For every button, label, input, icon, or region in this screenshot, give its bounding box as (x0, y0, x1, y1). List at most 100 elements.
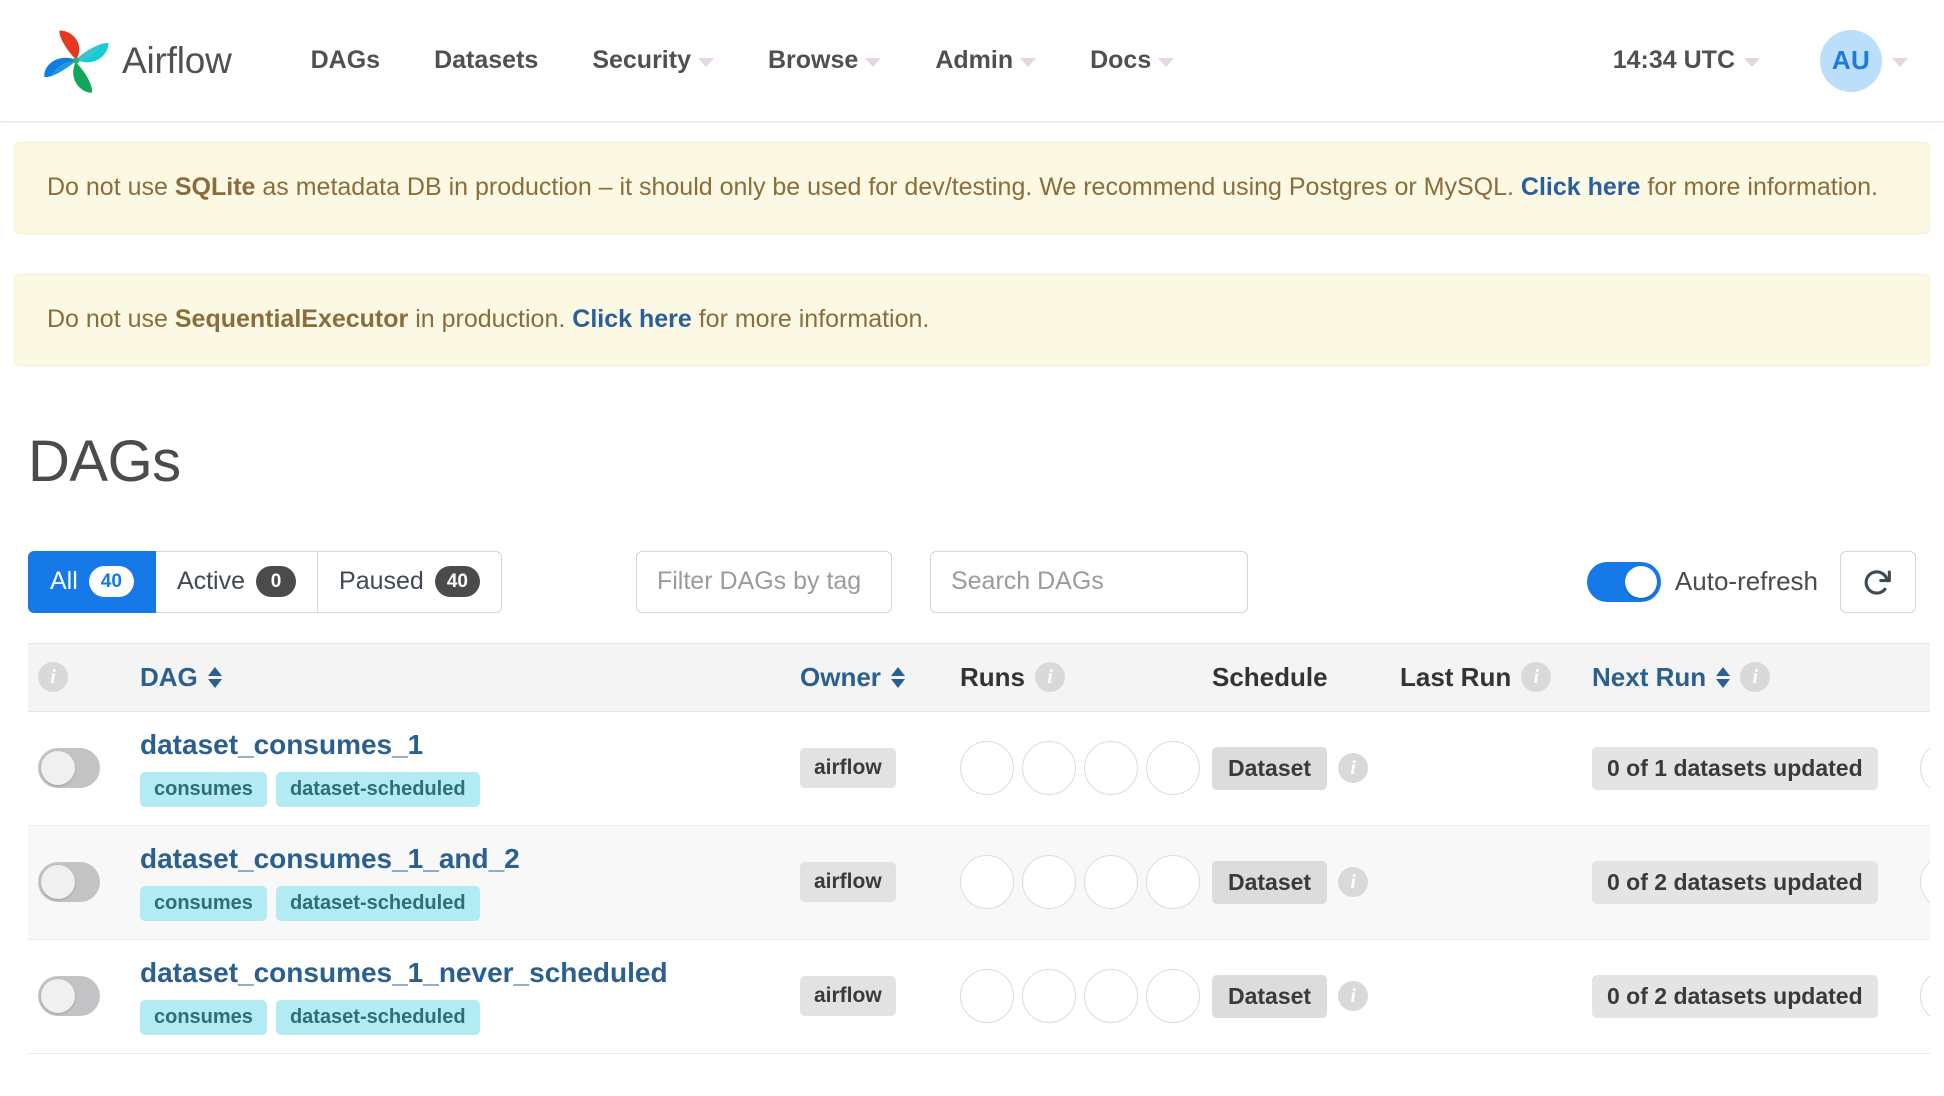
th-dag[interactable]: DAG (130, 642, 790, 712)
run-status-circle[interactable] (1146, 969, 1200, 1023)
brand-home-link[interactable]: Airflow (40, 25, 232, 97)
run-status-circle[interactable] (1022, 741, 1076, 795)
nav-item-dags[interactable]: DAGs (284, 46, 407, 75)
dag-tag[interactable]: consumes (140, 1000, 267, 1036)
search-input[interactable] (929, 550, 1248, 613)
run-status-circle[interactable] (1084, 741, 1138, 795)
table-row: dataset_consumes_1 consumes dataset-schedu… (28, 711, 1930, 826)
th-label: Runs (960, 661, 1025, 692)
sort-icon[interactable] (890, 666, 905, 688)
dag-pause-toggle[interactable] (38, 748, 100, 788)
nav-item-label: DAGs (310, 46, 381, 74)
tag-filter-input[interactable] (635, 550, 892, 613)
info-icon[interactable]: i (1521, 662, 1552, 692)
run-status-circle[interactable] (1022, 855, 1076, 909)
dag-pause-toggle[interactable] (38, 862, 100, 902)
dag-pause-toggle[interactable] (38, 976, 100, 1016)
dags-table-container: i DAG Owner Runs i Schedule Last Run i N… (28, 642, 1930, 1054)
dag-tag[interactable]: dataset-scheduled (275, 1000, 480, 1036)
nav-item-security[interactable]: Security (565, 46, 741, 75)
run-status-circles (960, 969, 1200, 1023)
filter-tab-label: All (50, 567, 78, 595)
run-status-circle[interactable] (1084, 969, 1138, 1023)
task-status-circle[interactable] (1920, 969, 1930, 1023)
th-recent-tasks (1910, 642, 1930, 712)
info-icon[interactable]: i (1338, 867, 1369, 897)
sort-icon[interactable] (1716, 666, 1731, 688)
dags-table-body: dataset_consumes_1 consumes dataset-schedu… (28, 711, 1930, 1054)
info-icon[interactable]: i (1740, 662, 1771, 692)
cell-schedule: Dataset i (1202, 939, 1390, 1054)
dag-name-link[interactable]: dataset_consumes_1 (140, 729, 780, 761)
filter-tab-paused[interactable]: Paused 40 (318, 550, 502, 613)
user-menu[interactable]: AU (1794, 29, 1908, 92)
nav-item-docs[interactable]: Docs (1063, 46, 1201, 75)
dag-tag[interactable]: dataset-scheduled (275, 886, 480, 922)
dag-tag[interactable]: consumes (140, 886, 267, 922)
run-status-circle[interactable] (960, 969, 1014, 1023)
info-icon[interactable]: i (1338, 753, 1369, 783)
filter-tab-all[interactable]: All 40 (28, 550, 156, 613)
table-row: dataset_consumes_1_never_scheduledconsum… (28, 939, 1930, 1054)
schedule-badge[interactable]: Dataset (1212, 860, 1328, 904)
timezone-selector[interactable]: 14:34 UTC (1613, 46, 1794, 75)
th-label: DAG (140, 661, 198, 692)
toggle-knob (41, 979, 75, 1013)
run-status-circle[interactable] (960, 741, 1014, 795)
cell-dag-name: dataset_consumes_1_and_2 consumes dataset-… (130, 825, 790, 940)
info-icon[interactable]: i (38, 662, 68, 692)
th-runs: Runs i (950, 642, 1202, 712)
cell-dag-name: dataset_consumes_1_never_scheduledconsum… (130, 939, 790, 1054)
cell-owner: airflow (790, 939, 950, 1054)
sort-icon[interactable] (207, 666, 222, 688)
th-owner[interactable]: Owner (790, 642, 950, 712)
nav-item-admin[interactable]: Admin (908, 46, 1063, 75)
chevron-down-icon (1892, 58, 1908, 67)
nav-item-label: Admin (935, 46, 1014, 74)
alert-text: for more information. (1640, 173, 1879, 201)
schedule-badge[interactable]: Dataset (1212, 974, 1328, 1018)
chevron-down-icon (698, 58, 714, 67)
th-next-run[interactable]: Next Run i (1582, 642, 1910, 712)
page-content: Do not use SQLite as metadata DB in prod… (0, 142, 1944, 1054)
filter-tab-active[interactable]: Active 0 (155, 550, 319, 613)
auto-refresh-toggle[interactable] (1586, 561, 1661, 602)
task-status-circle[interactable] (1920, 741, 1930, 795)
run-status-circle[interactable] (1146, 741, 1200, 795)
next-run-badge: 0 of 1 datasets updated (1592, 746, 1878, 790)
dag-tag[interactable]: dataset-scheduled (275, 772, 480, 808)
info-icon[interactable]: i (1035, 662, 1065, 692)
toggle-knob (1624, 565, 1657, 598)
run-status-circle[interactable] (960, 855, 1014, 909)
dags-toolbar: All 40 Active 0 Paused 40 Auto-refresh (28, 550, 1930, 613)
dag-name-link[interactable]: dataset_consumes_1_and_2 (140, 843, 780, 875)
alert-link[interactable]: Click here (1521, 173, 1641, 201)
next-run-badge: 0 of 2 datasets updated (1592, 974, 1878, 1018)
dag-tag[interactable]: consumes (140, 772, 267, 808)
alert-sqlite-warning: Do not use SQLite as metadata DB in prod… (14, 142, 1930, 234)
run-status-circles (960, 855, 1200, 909)
refresh-button[interactable] (1840, 550, 1916, 613)
run-status-circle[interactable] (1022, 969, 1076, 1023)
th-schedule: Schedule (1202, 642, 1390, 712)
cell-schedule: Dataset i (1202, 711, 1390, 826)
alert-link[interactable]: Click here (572, 305, 692, 333)
nav-item-browse[interactable]: Browse (741, 46, 908, 75)
task-status-circle[interactable] (1920, 855, 1930, 909)
info-icon[interactable]: i (1338, 981, 1369, 1011)
owner-badge[interactable]: airflow (800, 748, 896, 788)
refresh-icon (1864, 569, 1891, 595)
owner-badge[interactable]: airflow (800, 976, 896, 1016)
dag-name-link[interactable]: dataset_consumes_1_never_scheduled (140, 957, 780, 989)
nav-item-datasets[interactable]: Datasets (407, 46, 565, 75)
run-status-circle[interactable] (1146, 855, 1200, 909)
chevron-down-icon (1020, 58, 1037, 67)
run-status-circle[interactable] (1084, 855, 1138, 909)
alert-text: Do not use (47, 304, 175, 333)
schedule-badge[interactable]: Dataset (1212, 746, 1328, 790)
cell-owner: airflow (790, 825, 950, 940)
cell-last-run (1390, 939, 1582, 1054)
owner-badge[interactable]: airflow (800, 862, 896, 902)
cell-owner: airflow (790, 711, 950, 826)
cell-recent-tasks (1910, 711, 1930, 826)
